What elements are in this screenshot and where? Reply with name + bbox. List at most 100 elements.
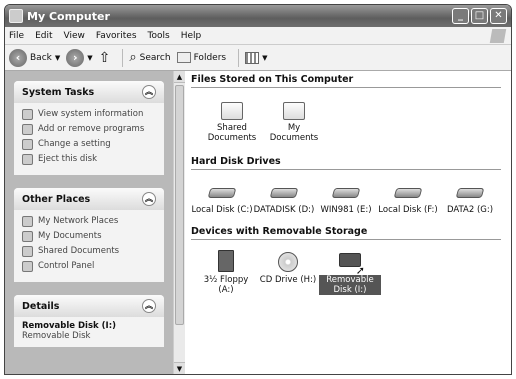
- place-label: My Documents: [38, 231, 102, 241]
- task-change-setting[interactable]: Change a setting: [22, 139, 156, 150]
- place-label: My Network Places: [38, 216, 119, 226]
- drive-g[interactable]: DATA2 (G:): [439, 176, 501, 215]
- group-header-files: Files Stored on This Computer: [191, 73, 501, 88]
- toolbar-separator: [238, 48, 240, 67]
- group-header-removable: Devices with Removable Storage: [191, 225, 501, 240]
- up-button[interactable]: ⇧: [99, 50, 111, 66]
- hard-drive-icon: [455, 188, 485, 198]
- windows-flag-icon: [489, 29, 507, 43]
- item-label: My Documents: [269, 123, 319, 143]
- menu-tools[interactable]: Tools: [148, 31, 170, 41]
- task-label: View system information: [38, 109, 144, 119]
- collapse-icon[interactable]: ︽: [142, 299, 156, 313]
- chevron-down-icon: ▼: [54, 53, 61, 62]
- task-label: Change a setting: [38, 139, 111, 149]
- task-pane-scrollbar[interactable]: ▲ ▼: [173, 71, 185, 374]
- hard-drive-icon: [207, 188, 237, 198]
- task-eject-disk[interactable]: Eject this disk: [22, 154, 156, 165]
- item-label: 3½ Floppy (A:): [203, 275, 249, 295]
- back-label: Back: [30, 52, 52, 63]
- minimize-button[interactable]: _: [452, 8, 469, 24]
- item-label: WIN981 (E:): [320, 205, 372, 215]
- back-button[interactable]: ‹ Back ▼: [9, 48, 61, 67]
- drive-e[interactable]: WIN981 (E:): [315, 176, 377, 215]
- item-label: Shared Documents: [207, 123, 257, 143]
- cd-drive-h[interactable]: CD Drive (H:): [257, 246, 319, 295]
- back-arrow-icon: ‹: [9, 48, 27, 67]
- system-tasks-title: System Tasks: [22, 86, 95, 98]
- item-label: DATA2 (G:): [446, 205, 494, 215]
- views-button[interactable]: ▼: [245, 51, 267, 64]
- other-places-title: Other Places: [22, 193, 91, 205]
- window-title: My Computer: [27, 9, 110, 23]
- menu-edit[interactable]: Edit: [35, 31, 52, 41]
- drive-f[interactable]: Local Disk (F:): [377, 176, 439, 215]
- place-label: Shared Documents: [38, 246, 120, 256]
- other-places-header[interactable]: Other Places ︽: [14, 188, 164, 210]
- item-label: CD Drive (H:): [259, 275, 317, 285]
- other-places-panel: Other Places ︽ My Network Places My Docu…: [14, 188, 164, 282]
- folder-icon: [22, 246, 33, 257]
- control-icon: [22, 261, 33, 272]
- item-label: DATADISK (D:): [253, 205, 315, 215]
- place-label: Control Panel: [38, 261, 95, 271]
- shared-documents-item[interactable]: Shared Documents: [201, 94, 263, 143]
- info-icon: [22, 109, 33, 120]
- system-tasks-header[interactable]: System Tasks ︽: [14, 81, 164, 103]
- menu-help[interactable]: Help: [181, 31, 202, 41]
- folder-icon: [283, 102, 305, 120]
- drive-d[interactable]: DATADISK (D:): [253, 176, 315, 215]
- floppy-drive-a[interactable]: 3½ Floppy (A:): [195, 246, 257, 295]
- title-bar[interactable]: My Computer _ □ ✕: [5, 5, 511, 27]
- forward-button[interactable]: › ▼: [66, 48, 93, 67]
- removable-disk-i[interactable]: ➚ Removable Disk (I:): [319, 246, 381, 295]
- search-label: Search: [139, 52, 171, 63]
- task-pane: System Tasks ︽ View system information A…: [5, 71, 173, 374]
- details-name: Removable Disk (I:): [22, 321, 116, 331]
- menu-favorites[interactable]: Favorites: [96, 31, 137, 41]
- folder-icon: [22, 231, 33, 242]
- toolbar: ‹ Back ▼ › ▼ ⇧ ⌕ Search Folders ▼: [5, 45, 511, 71]
- menu-view[interactable]: View: [64, 31, 85, 41]
- place-network[interactable]: My Network Places: [22, 216, 156, 227]
- programs-icon: [22, 124, 33, 135]
- task-view-system-info[interactable]: View system information: [22, 109, 156, 120]
- search-icon: ⌕: [129, 50, 137, 65]
- scroll-up-icon[interactable]: ▲: [174, 71, 185, 83]
- item-label: Local Disk (C:): [191, 205, 253, 215]
- folders-label: Folders: [193, 52, 227, 63]
- place-shared-documents[interactable]: Shared Documents: [22, 246, 156, 257]
- task-add-remove-programs[interactable]: Add or remove programs: [22, 124, 156, 135]
- search-button[interactable]: ⌕ Search: [129, 50, 170, 65]
- item-label: Removable Disk (I:): [319, 275, 381, 295]
- computer-icon: [9, 9, 23, 23]
- content-area: Files Stored on This Computer Shared Doc…: [185, 71, 511, 374]
- scroll-thumb[interactable]: [175, 85, 184, 325]
- group-header-hard-disks: Hard Disk Drives: [191, 155, 501, 170]
- maximize-button[interactable]: □: [471, 8, 488, 24]
- eject-icon: [22, 154, 33, 165]
- drive-c[interactable]: Local Disk (C:): [191, 176, 253, 215]
- place-control-panel[interactable]: Control Panel: [22, 261, 156, 272]
- hard-drive-icon: [393, 188, 423, 198]
- item-label: Local Disk (F:): [378, 205, 438, 215]
- menu-bar: File Edit View Favorites Tools Help: [5, 27, 511, 45]
- place-my-documents[interactable]: My Documents: [22, 231, 156, 242]
- my-documents-item[interactable]: My Documents: [263, 94, 325, 143]
- folder-icon: [221, 102, 243, 120]
- details-panel: Details ︽ Removable Disk (I:) Removable …: [14, 295, 164, 347]
- collapse-icon[interactable]: ︽: [142, 192, 156, 206]
- hard-drive-icon: [269, 188, 299, 198]
- details-title: Details: [22, 300, 60, 312]
- close-button[interactable]: ✕: [490, 8, 507, 24]
- system-tasks-panel: System Tasks ︽ View system information A…: [14, 81, 164, 175]
- collapse-icon[interactable]: ︽: [142, 85, 156, 99]
- up-folder-icon: ⇧: [98, 49, 111, 66]
- menu-file[interactable]: File: [9, 31, 24, 41]
- details-header[interactable]: Details ︽: [14, 295, 164, 317]
- scroll-down-icon[interactable]: ▼: [174, 362, 185, 374]
- folders-button[interactable]: Folders: [176, 52, 227, 63]
- folders-icon: [176, 52, 191, 63]
- chevron-down-icon: ▼: [87, 53, 93, 62]
- details-type: Removable Disk: [22, 331, 91, 341]
